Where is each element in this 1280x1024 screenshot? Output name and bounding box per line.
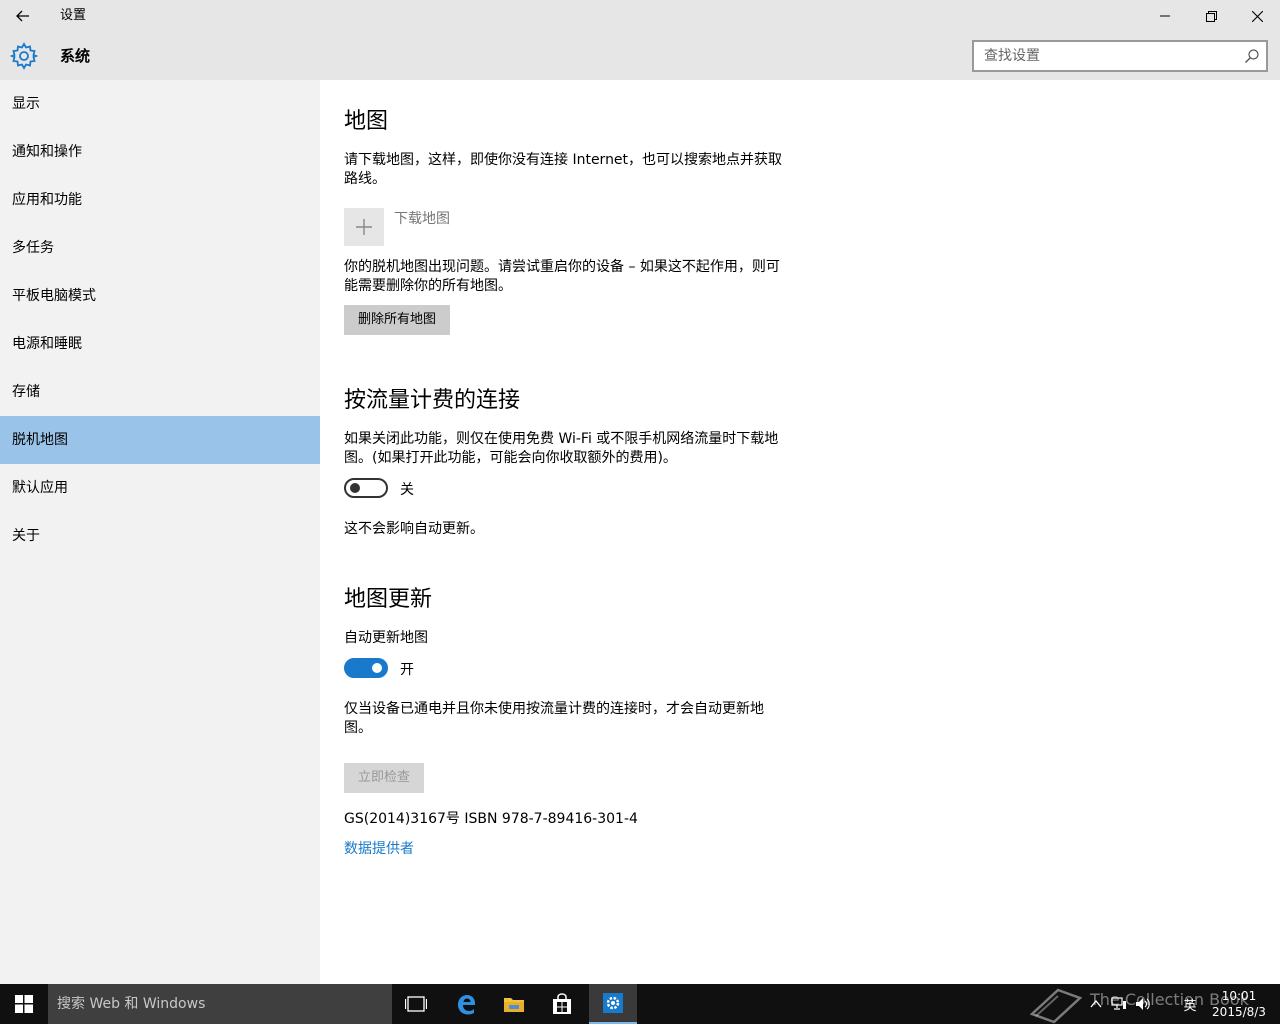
plus-icon [356, 219, 372, 235]
edge-icon [458, 995, 475, 1015]
sidebar-item-power-sleep[interactable]: 电源和睡眠 [0, 320, 320, 368]
edge-browser-button[interactable] [442, 984, 490, 1024]
section-title: 系统 [60, 47, 91, 65]
download-maps-button[interactable] [344, 208, 384, 246]
check-now-button[interactable]: 立即检查 [344, 763, 425, 793]
settings-header: 系统 [0, 32, 1280, 80]
sidebar-item-multitasking[interactable]: 多任务 [0, 224, 320, 272]
data-providers-link[interactable]: 数据提供者 [344, 838, 414, 858]
license-text: GS(2014)3167号 ISBN 978-7-89416-301-4 [344, 811, 638, 827]
metered-description: 如果关闭此功能，则仅在使用免费 Wi-Fi 或不限手机网络流量时下载地图。(如果… [344, 431, 779, 466]
gear-icon [603, 993, 623, 1013]
sidebar: 显示 通知和操作 应用和功能 多任务 平板电脑模式 电源和睡眠 存储 脱机地图 … [0, 80, 320, 984]
clock-time: 10:01 [1221, 989, 1257, 1003]
search-input[interactable] [974, 42, 1234, 70]
metered-note: 这不会影响自动更新。 [344, 521, 484, 537]
taskbar-search-text: 搜索 Web 和 Windows [57, 996, 206, 1012]
network-button[interactable] [1108, 984, 1130, 1024]
auto-update-toggle[interactable] [344, 658, 388, 678]
sidebar-item-notifications[interactable]: 通知和操作 [0, 128, 320, 176]
back-arrow-icon [16, 10, 29, 22]
metered-toggle-state: 关 [400, 482, 414, 498]
restore-button[interactable] [1188, 0, 1234, 32]
window-title: 设置 [60, 8, 87, 23]
sidebar-item-tablet-mode[interactable]: 平板电脑模式 [0, 272, 320, 320]
title-bar: 设置 [0, 0, 1280, 32]
task-view-icon [405, 996, 427, 1012]
sidebar-item-about[interactable]: 关于 [0, 512, 320, 560]
search-box[interactable] [972, 40, 1268, 72]
updates-description: 仅当设备已通电并且你未使用按流量计费的连接时，才会自动更新地图。 [344, 701, 764, 736]
delete-all-maps-button[interactable]: 删除所有地图 [344, 305, 451, 335]
close-icon [1251, 10, 1263, 22]
task-view-button[interactable] [392, 984, 440, 1024]
toggle-knob [350, 483, 360, 493]
sidebar-item-display[interactable]: 显示 [0, 80, 320, 128]
auto-update-label: 自动更新地图 [344, 630, 428, 646]
maps-description: 请下载地图，这样，即使你没有连接 Internet，也可以搜索地点并获取路线。 [344, 152, 783, 187]
speaker-icon [1136, 998, 1150, 1010]
store-bag-icon [553, 993, 571, 1014]
show-hidden-icons-button[interactable] [1086, 984, 1106, 1024]
chevron-up-icon [1090, 1000, 1102, 1008]
taskbar: 搜索 Web 和 Windows The Collection Book 英 1… [0, 984, 1280, 1024]
start-button[interactable] [0, 984, 48, 1024]
taskbar-search-box[interactable]: 搜索 Web 和 Windows [48, 984, 392, 1024]
toggle-knob [372, 663, 382, 673]
book-watermark-icon [1029, 988, 1083, 1024]
settings-app-button[interactable] [589, 984, 637, 1024]
sidebar-item-offline-maps[interactable]: 脱机地图 [0, 416, 320, 464]
auto-update-toggle-state: 开 [400, 662, 414, 678]
volume-button[interactable] [1132, 984, 1154, 1024]
windows-logo-icon [15, 995, 33, 1013]
minimize-button[interactable] [1142, 0, 1188, 32]
sidebar-item-apps[interactable]: 应用和功能 [0, 176, 320, 224]
folder-icon [504, 998, 524, 1012]
taskbar-clock[interactable]: 10:01 2015/8/3 [1208, 988, 1270, 1020]
restore-icon [1205, 10, 1217, 22]
metered-toggle[interactable] [344, 478, 388, 498]
sidebar-item-storage[interactable]: 存储 [0, 368, 320, 416]
clock-date: 2015/8/3 [1212, 1005, 1266, 1019]
maps-heading: 地图 [344, 109, 389, 134]
network-icon [1111, 997, 1126, 1010]
gear-icon [10, 42, 38, 70]
maps-error-text: 你的脱机地图出现问题。请尝试重启你的设备 – 如果这不起作用，则可能需要删除你的… [344, 259, 780, 294]
input-language-button[interactable]: 英 [1178, 984, 1202, 1024]
store-button[interactable] [538, 984, 586, 1024]
minimize-icon [1160, 15, 1170, 17]
metered-heading: 按流量计费的连接 [344, 388, 521, 413]
file-explorer-button[interactable] [490, 984, 538, 1024]
close-button[interactable] [1234, 0, 1280, 32]
search-icon[interactable] [1244, 48, 1260, 64]
sidebar-item-default-apps[interactable]: 默认应用 [0, 464, 320, 512]
back-button[interactable] [0, 0, 46, 32]
updates-heading: 地图更新 [344, 587, 433, 612]
download-maps-label[interactable]: 下载地图 [394, 208, 450, 228]
